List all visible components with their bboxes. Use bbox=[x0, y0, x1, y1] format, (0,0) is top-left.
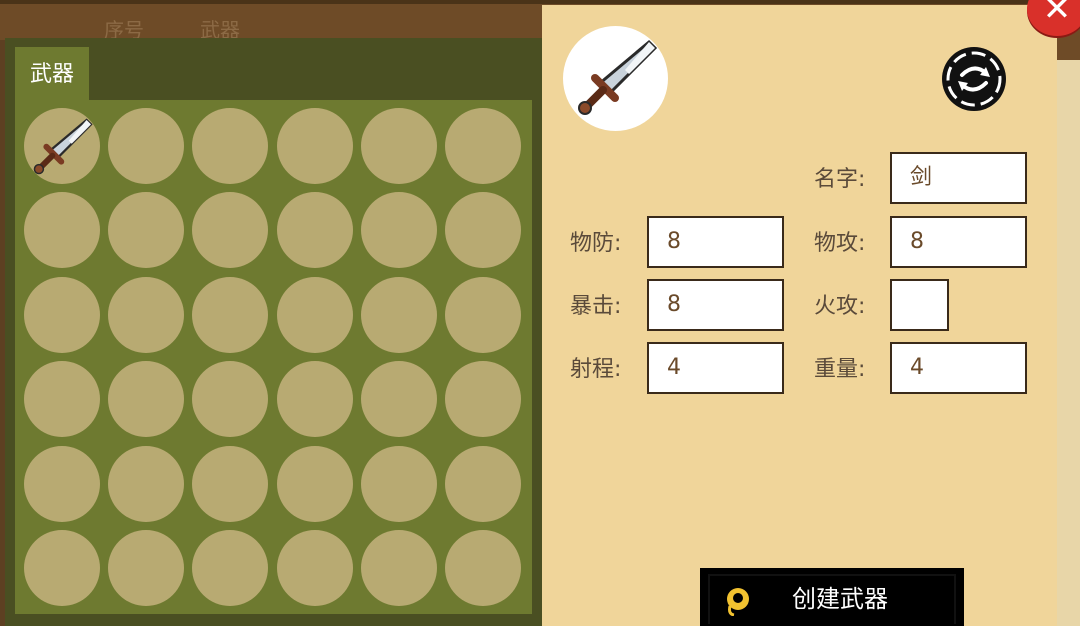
inventory-slot[interactable] bbox=[445, 192, 521, 269]
inventory-slot[interactable] bbox=[445, 530, 521, 606]
inventory-slot[interactable] bbox=[360, 530, 437, 606]
inventory-slot[interactable] bbox=[108, 361, 185, 438]
inventory-slot[interactable] bbox=[108, 530, 185, 606]
coin-icon bbox=[727, 588, 749, 616]
range-field[interactable]: 4 bbox=[647, 342, 784, 394]
inventory-slot[interactable] bbox=[24, 530, 100, 606]
sword-icon bbox=[33, 118, 93, 175]
crit-field[interactable]: 8 bbox=[647, 279, 784, 331]
inventory-slot[interactable] bbox=[276, 108, 353, 184]
background-right-strip bbox=[1056, 60, 1080, 626]
reroll-button[interactable] bbox=[942, 47, 1006, 111]
inventory-slot[interactable] bbox=[276, 445, 353, 522]
phys-def-label: 物防: bbox=[570, 231, 622, 256]
inventory-slot[interactable] bbox=[192, 445, 269, 522]
inventory-slot[interactable] bbox=[445, 361, 521, 438]
inventory-slot[interactable] bbox=[360, 108, 437, 184]
weight-label: 重量: bbox=[814, 357, 866, 382]
create-button-label: 创建武器 bbox=[792, 585, 888, 613]
inventory-slot[interactable] bbox=[24, 361, 100, 438]
tab-weapons[interactable]: 武器 bbox=[15, 47, 89, 100]
range-label: 射程: bbox=[570, 357, 622, 382]
inventory-slot[interactable] bbox=[24, 192, 100, 269]
inventory-slot[interactable] bbox=[276, 276, 353, 353]
name-label: 名字: bbox=[814, 167, 866, 192]
fire-atk-field[interactable] bbox=[890, 279, 949, 331]
weapon-portrait bbox=[563, 26, 668, 131]
sword-icon bbox=[578, 39, 658, 115]
phys-atk-field[interactable]: 8 bbox=[890, 216, 1027, 268]
phys-atk-label: 物攻: bbox=[814, 231, 866, 256]
inventory-slot[interactable] bbox=[24, 276, 100, 353]
inventory-slot[interactable] bbox=[24, 108, 100, 184]
create-weapon-button[interactable]: 创建武器 bbox=[700, 568, 964, 626]
inventory-slot[interactable] bbox=[108, 276, 185, 353]
inventory-slot[interactable] bbox=[276, 192, 353, 269]
inventory-slot[interactable] bbox=[276, 530, 353, 606]
close-icon: ✕ bbox=[1042, 0, 1072, 29]
inventory-slot[interactable] bbox=[192, 530, 269, 606]
inventory-slot[interactable] bbox=[445, 276, 521, 353]
inventory-slot[interactable] bbox=[276, 361, 353, 438]
crit-label: 暴击: bbox=[570, 294, 622, 319]
inventory-slot[interactable] bbox=[24, 445, 100, 522]
inventory-slot[interactable] bbox=[360, 445, 437, 522]
inventory-slot[interactable] bbox=[192, 108, 269, 184]
inventory-slot[interactable] bbox=[108, 445, 185, 522]
inventory-slot[interactable] bbox=[192, 276, 269, 353]
inventory-slot[interactable] bbox=[360, 361, 437, 438]
name-field[interactable]: 剑 bbox=[890, 152, 1027, 204]
inventory-slot[interactable] bbox=[445, 108, 521, 184]
fire-atk-label: 火攻: bbox=[814, 294, 866, 319]
cycle-arrows-icon bbox=[946, 51, 1002, 107]
weight-field[interactable]: 4 bbox=[890, 342, 1027, 394]
inventory-slot[interactable] bbox=[445, 445, 521, 522]
phys-def-field[interactable]: 8 bbox=[647, 216, 784, 268]
inventory-slot[interactable] bbox=[360, 192, 437, 269]
inventory-slot[interactable] bbox=[360, 276, 437, 353]
inventory-slot[interactable] bbox=[108, 108, 185, 184]
